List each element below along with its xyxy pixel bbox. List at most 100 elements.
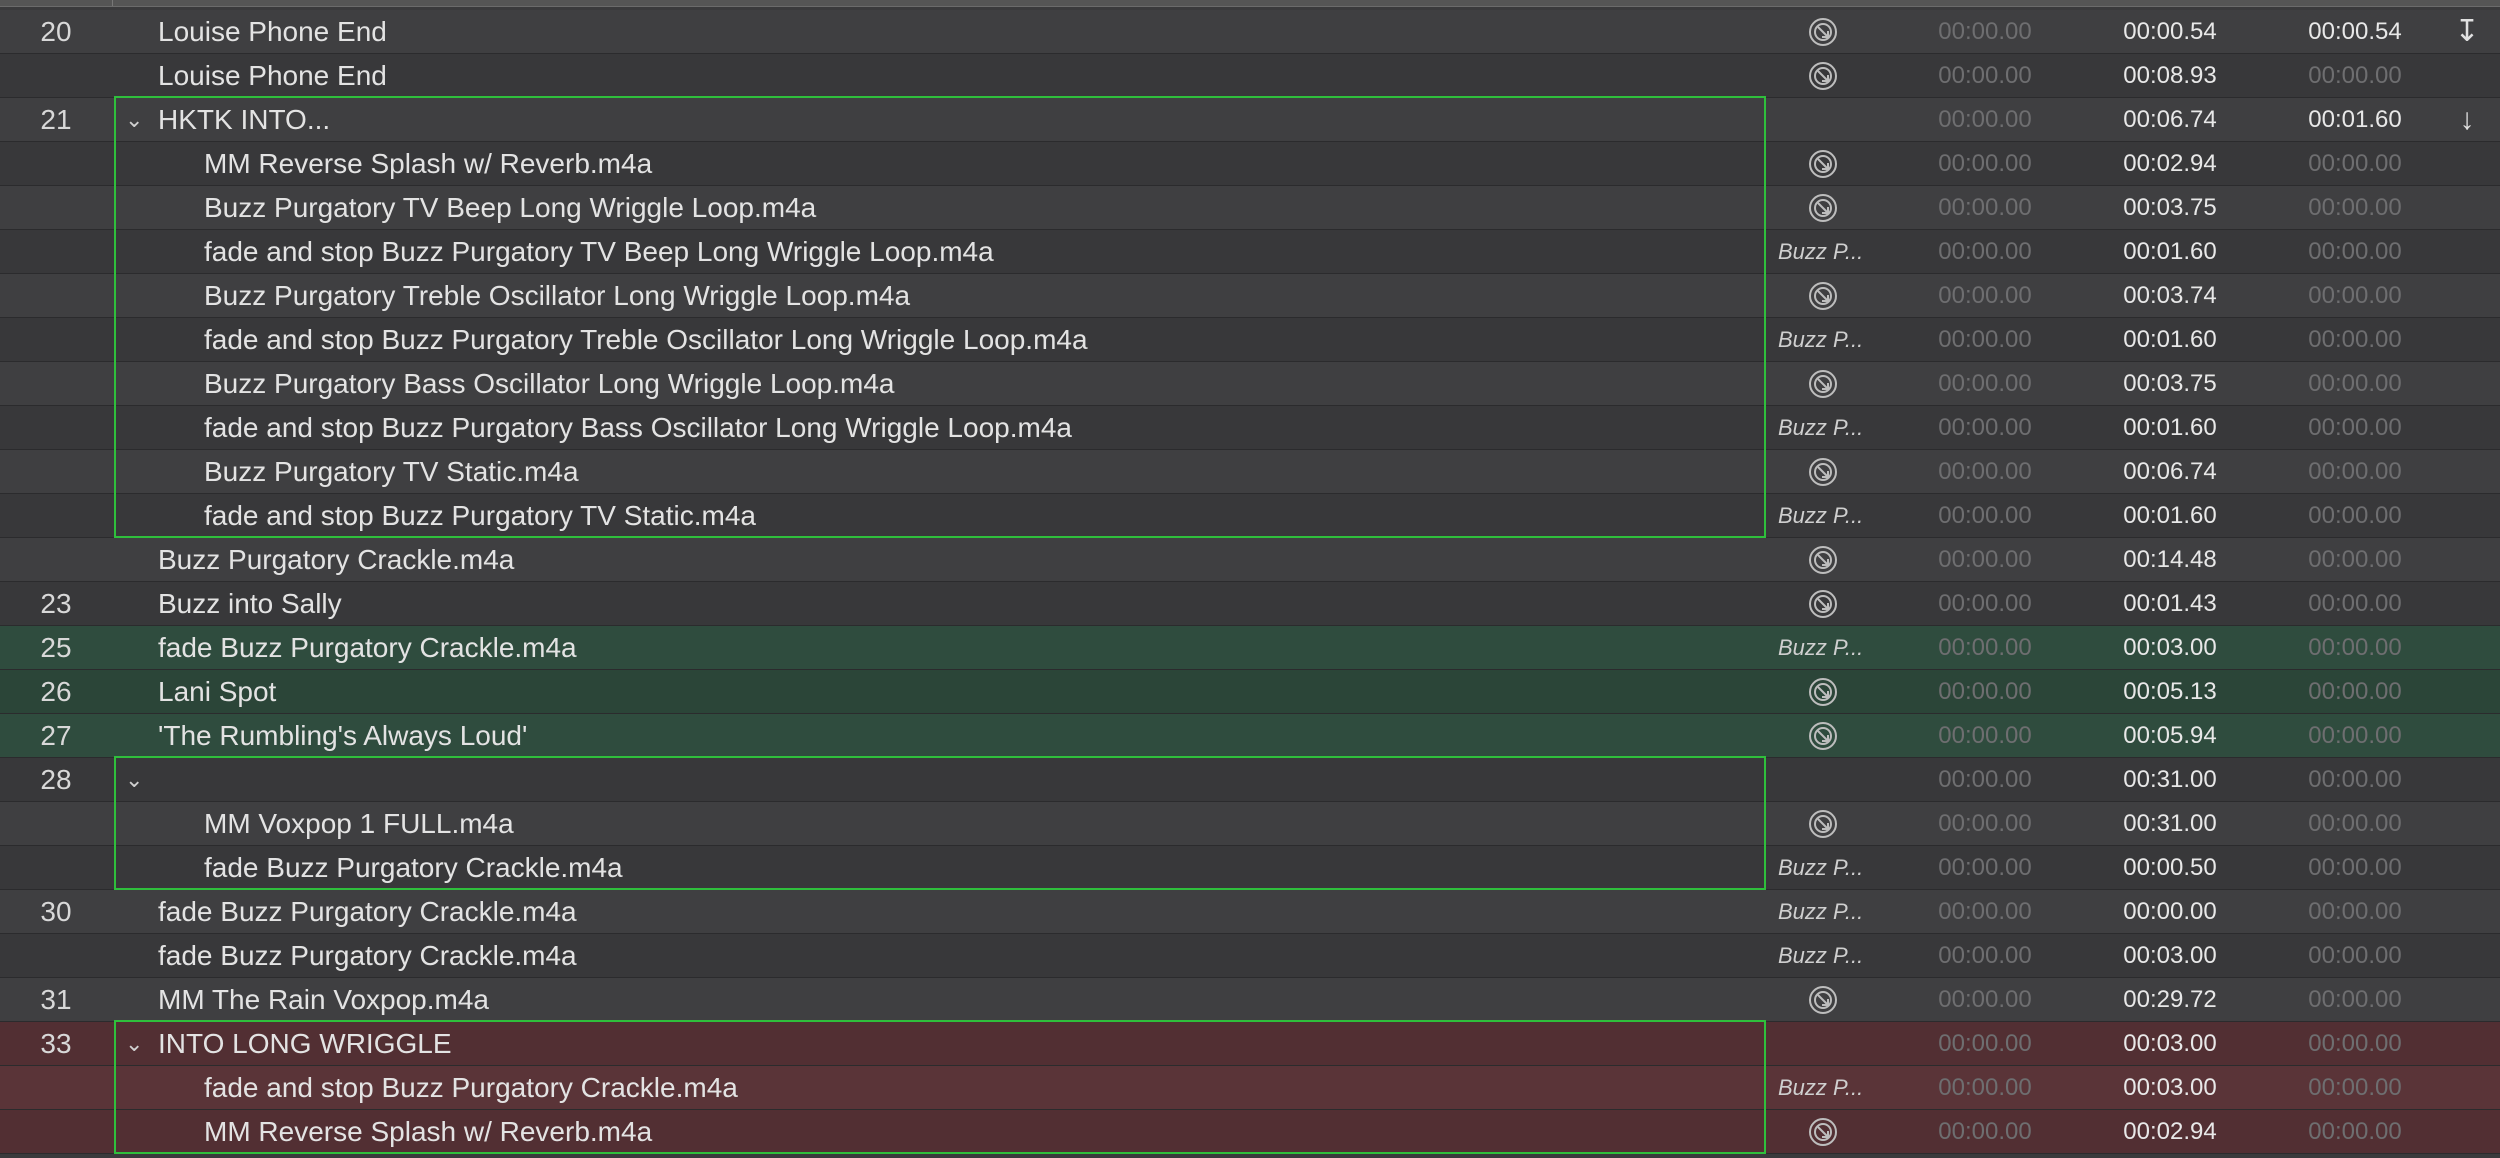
- action-duration[interactable]: 00:06.74: [2095, 98, 2245, 142]
- cue-row[interactable]: 20 Louise Phone End 00:00.00 00:00.54 00:00.…: [0, 10, 2500, 54]
- cue-name[interactable]: Buzz Purgatory Bass Oscillator Long Wrig…: [204, 362, 894, 406]
- action-duration[interactable]: 00:00.50: [2095, 846, 2245, 890]
- pre-wait[interactable]: 00:00.00: [1910, 98, 2060, 142]
- target-set-icon[interactable]: [1778, 538, 1868, 582]
- pre-wait[interactable]: 00:00.00: [1910, 186, 2060, 230]
- cue-name[interactable]: fade and stop Buzz Purgatory Crackle.m4a: [204, 1066, 738, 1110]
- action-duration[interactable]: 00:05.94: [2095, 714, 2245, 758]
- post-wait[interactable]: 00:00.00: [2280, 978, 2430, 1022]
- cue-number[interactable]: 20: [0, 10, 112, 54]
- pre-wait[interactable]: 00:00.00: [1910, 802, 2060, 846]
- cue-number[interactable]: [0, 142, 112, 186]
- cue-number[interactable]: [0, 230, 112, 274]
- post-wait[interactable]: 00:00.00: [2280, 362, 2430, 406]
- cue-target[interactable]: Buzz P...: [1778, 890, 1878, 934]
- pre-wait[interactable]: 00:00.00: [1910, 890, 2060, 934]
- cue-name[interactable]: Buzz into Sally: [158, 582, 342, 626]
- cue-row[interactable]: MM Reverse Splash w/ Reverb.m4a 00:00.00 0…: [0, 142, 2500, 186]
- cue-number[interactable]: [0, 802, 112, 846]
- pre-wait[interactable]: 00:00.00: [1910, 978, 2060, 1022]
- cue-name[interactable]: Louise Phone End: [158, 54, 387, 98]
- cue-row[interactable]: fade Buzz Purgatory Crackle.m4a Buzz P...…: [0, 934, 2500, 978]
- target-set-icon[interactable]: [1778, 274, 1868, 318]
- cue-row[interactable]: Buzz Purgatory TV Static.m4a 00:00.00 00:0…: [0, 450, 2500, 494]
- cue-number[interactable]: [0, 846, 112, 890]
- pre-wait[interactable]: 00:00.00: [1910, 670, 2060, 714]
- cue-number[interactable]: [0, 54, 112, 98]
- cue-name[interactable]: Buzz Purgatory TV Static.m4a: [204, 450, 579, 494]
- cue-number[interactable]: [0, 362, 112, 406]
- cue-row[interactable]: Buzz Purgatory TV Beep Long Wriggle Loop…: [0, 186, 2500, 230]
- action-duration[interactable]: 00:00.00: [2095, 890, 2245, 934]
- cue-name[interactable]: fade and stop Buzz Purgatory TV Beep Lon…: [204, 230, 994, 274]
- action-duration[interactable]: 00:01.60: [2095, 494, 2245, 538]
- post-wait[interactable]: 00:00.00: [2280, 1022, 2430, 1066]
- post-wait[interactable]: 00:00.00: [2280, 714, 2430, 758]
- pre-wait[interactable]: 00:00.00: [1910, 626, 2060, 670]
- pre-wait[interactable]: 00:00.00: [1910, 318, 2060, 362]
- cue-name[interactable]: fade and stop Buzz Purgatory TV Static.m…: [204, 494, 756, 538]
- post-wait[interactable]: 00:00.54: [2280, 10, 2430, 54]
- action-duration[interactable]: 00:02.94: [2095, 1110, 2245, 1154]
- cue-name[interactable]: fade Buzz Purgatory Crackle.m4a: [204, 846, 623, 890]
- action-duration[interactable]: 00:01.60: [2095, 406, 2245, 450]
- cue-target[interactable]: Buzz P...: [1778, 1066, 1878, 1110]
- cue-row[interactable]: fade Buzz Purgatory Crackle.m4a Buzz P...…: [0, 846, 2500, 890]
- post-wait[interactable]: 00:01.60: [2280, 98, 2430, 142]
- cue-name[interactable]: Buzz Purgatory TV Beep Long Wriggle Loop…: [204, 186, 816, 230]
- cue-row[interactable]: 27 'The Rumbling's Always Loud' 00:00.00 00…: [0, 714, 2500, 758]
- cue-name[interactable]: Buzz Purgatory Crackle.m4a: [158, 538, 514, 582]
- post-wait[interactable]: 00:00.00: [2280, 890, 2430, 934]
- pre-wait[interactable]: 00:00.00: [1910, 1066, 2060, 1110]
- cue-name[interactable]: fade and stop Buzz Purgatory Treble Osci…: [204, 318, 1088, 362]
- pre-wait[interactable]: 00:00.00: [1910, 846, 2060, 890]
- post-wait[interactable]: 00:00.00: [2280, 318, 2430, 362]
- pre-wait[interactable]: 00:00.00: [1910, 934, 2060, 978]
- cue-row[interactable]: Buzz Purgatory Bass Oscillator Long Wrig…: [0, 362, 2500, 406]
- cue-row[interactable]: 26 Lani Spot 00:00.00 00:05.13 00:00.00: [0, 670, 2500, 714]
- cue-row[interactable]: 30 fade Buzz Purgatory Crackle.m4a Buzz P.…: [0, 890, 2500, 934]
- cue-row[interactable]: Buzz Purgatory Treble Oscillator Long Wr…: [0, 274, 2500, 318]
- cue-row[interactable]: fade and stop Buzz Purgatory TV Static.m…: [0, 494, 2500, 538]
- pre-wait[interactable]: 00:00.00: [1910, 538, 2060, 582]
- post-wait[interactable]: 00:00.00: [2280, 846, 2430, 890]
- action-duration[interactable]: 00:31.00: [2095, 802, 2245, 846]
- action-duration[interactable]: 00:05.13: [2095, 670, 2245, 714]
- cue-number[interactable]: [0, 186, 112, 230]
- post-wait[interactable]: 00:00.00: [2280, 582, 2430, 626]
- post-wait[interactable]: 00:00.00: [2280, 802, 2430, 846]
- group-cue-row[interactable]: 21 ⌄ HKTK INTO... 00:00.00 00:06.74 00:01.60 ↓: [0, 98, 2500, 142]
- cue-target[interactable]: Buzz P...: [1778, 318, 1878, 362]
- cue-number[interactable]: [0, 274, 112, 318]
- cue-name[interactable]: Buzz Purgatory Treble Oscillator Long Wr…: [204, 274, 910, 318]
- cue-name[interactable]: fade Buzz Purgatory Crackle.m4a: [158, 934, 577, 978]
- action-duration[interactable]: 00:02.94: [2095, 142, 2245, 186]
- cue-name[interactable]: 'The Rumbling's Always Loud': [158, 714, 527, 758]
- target-set-icon[interactable]: [1778, 802, 1868, 846]
- action-duration[interactable]: 00:03.75: [2095, 186, 2245, 230]
- post-wait[interactable]: 00:00.00: [2280, 538, 2430, 582]
- action-duration[interactable]: 00:01.60: [2095, 230, 2245, 274]
- cue-row[interactable]: MM Voxpop 1 FULL.m4a 00:00.00 00:31.00 00:0…: [0, 802, 2500, 846]
- post-wait[interactable]: 00:00.00: [2280, 406, 2430, 450]
- action-duration[interactable]: 00:08.93: [2095, 54, 2245, 98]
- target-set-icon[interactable]: [1778, 362, 1868, 406]
- cue-name[interactable]: Lani Spot: [158, 670, 276, 714]
- auto-continue-icon[interactable]: ↧: [2445, 10, 2489, 54]
- cue-name[interactable]: fade Buzz Purgatory Crackle.m4a: [158, 626, 577, 670]
- group-cue-row[interactable]: 33 ⌄ INTO LONG WRIGGLE 00:00.00 00:03.00 00:0…: [0, 1022, 2500, 1066]
- pre-wait[interactable]: 00:00.00: [1910, 362, 2060, 406]
- pre-wait[interactable]: 00:00.00: [1910, 274, 2060, 318]
- post-wait[interactable]: 00:00.00: [2280, 758, 2430, 802]
- cue-row[interactable]: fade and stop Buzz Purgatory Crackle.m4a…: [0, 1066, 2500, 1110]
- pre-wait[interactable]: 00:00.00: [1910, 494, 2060, 538]
- cue-target[interactable]: Buzz P...: [1778, 846, 1878, 890]
- cue-name[interactable]: fade and stop Buzz Purgatory Bass Oscill…: [204, 406, 1072, 450]
- pre-wait[interactable]: 00:00.00: [1910, 10, 2060, 54]
- cue-name[interactable]: HKTK INTO...: [158, 98, 330, 142]
- action-duration[interactable]: 00:03.00: [2095, 934, 2245, 978]
- post-wait[interactable]: 00:00.00: [2280, 450, 2430, 494]
- cue-name[interactable]: MM Reverse Splash w/ Reverb.m4a: [204, 1110, 652, 1154]
- action-duration[interactable]: 00:14.48: [2095, 538, 2245, 582]
- cue-number[interactable]: 21: [0, 98, 112, 142]
